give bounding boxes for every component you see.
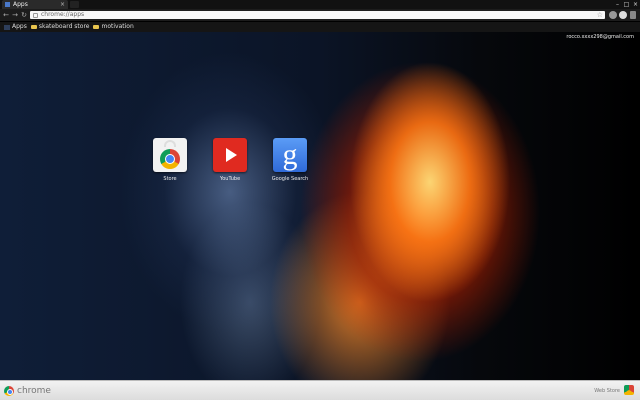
apps-grid-icon <box>4 24 10 30</box>
menu-icon[interactable] <box>630 11 636 19</box>
brand-text: chrome <box>17 386 51 396</box>
address-bar[interactable]: chrome://apps ☆ <box>30 11 605 19</box>
folder-icon <box>30 25 37 29</box>
bottom-bar: chrome Web Store <box>0 380 640 400</box>
chrome-brand: chrome <box>4 385 51 397</box>
page-icon <box>33 12 38 18</box>
chrome-logo-icon <box>4 386 14 396</box>
extension-icon[interactable] <box>609 11 617 19</box>
bookmarks-bar: Apps skateboard store motivation <box>0 22 640 32</box>
extension-icon-2[interactable] <box>619 11 627 19</box>
user-email[interactable]: rocco.xxxx298@gmail.com <box>566 34 634 40</box>
app-store[interactable]: Store <box>148 138 192 182</box>
bookmark-motivation[interactable]: motivation <box>93 22 134 32</box>
app-label: Store <box>163 176 177 182</box>
app-label: Google Search <box>271 176 309 182</box>
youtube-icon <box>213 138 247 172</box>
reload-button[interactable]: ↻ <box>19 9 29 21</box>
apps-icon <box>5 2 10 7</box>
address-url: chrome://apps <box>41 11 85 18</box>
apps-page-background: rocco.xxxx298@gmail.com Store YouTube g … <box>0 32 640 380</box>
bookmark-skateboard-store[interactable]: skateboard store <box>30 22 90 32</box>
window-controls: – □ × <box>613 0 640 9</box>
folder-icon <box>93 25 100 29</box>
close-icon[interactable]: × <box>60 0 65 9</box>
app-label: YouTube <box>219 176 241 182</box>
bookmark-label: Apps <box>12 23 27 30</box>
app-youtube[interactable]: YouTube <box>208 138 252 182</box>
web-store-icon[interactable] <box>624 385 634 395</box>
bookmark-label: motivation <box>101 23 134 30</box>
new-tab-button[interactable] <box>70 1 79 8</box>
bookmark-apps[interactable]: Apps <box>4 22 27 32</box>
minimize-button[interactable]: – <box>613 0 622 9</box>
tab-strip: Apps × – □ × <box>0 0 640 9</box>
google-search-icon: g <box>273 138 307 172</box>
toolbar: ← → ↻ chrome://apps ☆ <box>0 9 640 22</box>
window-close-button[interactable]: × <box>631 0 640 9</box>
bookmark-star-icon[interactable]: ☆ <box>597 11 603 19</box>
tab-apps[interactable]: Apps × <box>2 0 68 9</box>
web-store-link[interactable]: Web Store <box>594 386 620 396</box>
bookmark-label: skateboard store <box>38 23 90 30</box>
maximize-button[interactable]: □ <box>622 0 631 9</box>
tab-title: Apps <box>13 1 28 8</box>
chrome-web-store-icon <box>153 138 187 172</box>
app-google-search[interactable]: g Google Search <box>268 138 312 182</box>
